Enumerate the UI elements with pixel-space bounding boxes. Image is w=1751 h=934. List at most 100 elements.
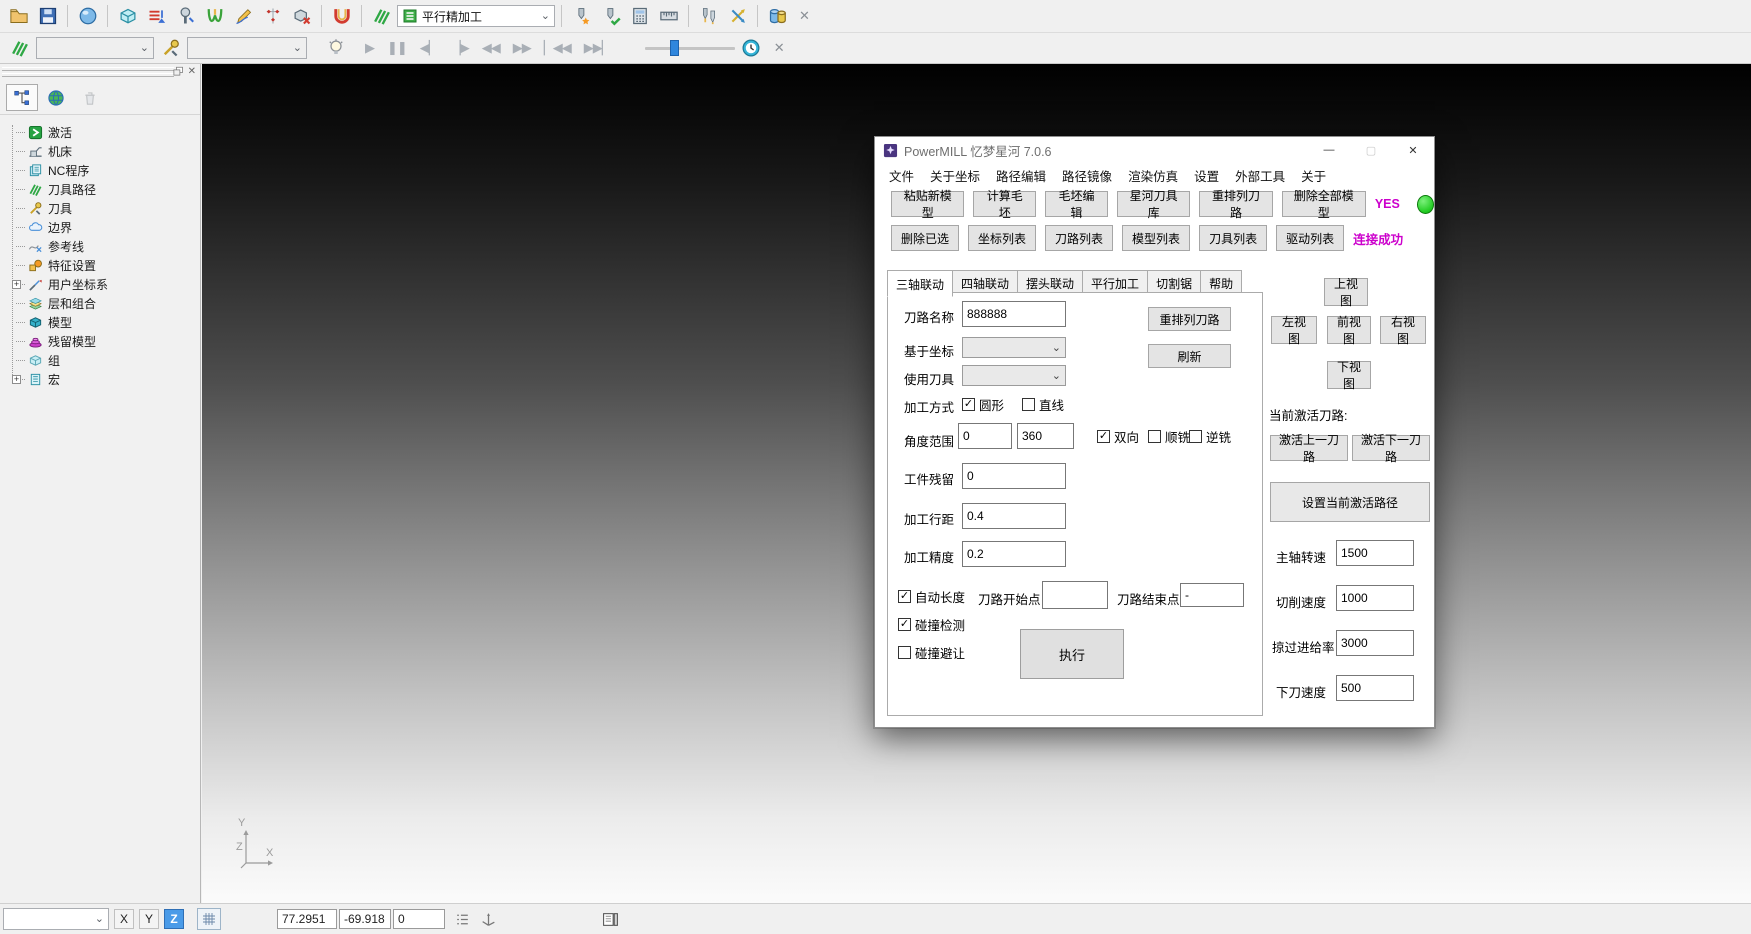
tree-item-patterns[interactable]: 参考线: [4, 237, 200, 256]
maximize-icon[interactable]: ▢: [1350, 137, 1392, 163]
delete-all-models-button[interactable]: 删除全部模型: [1282, 191, 1366, 217]
toolpath-icon[interactable]: [368, 3, 395, 29]
tree-item-machine[interactable]: 机床: [4, 142, 200, 161]
pattern-pencil-icon[interactable]: [230, 3, 257, 29]
delete-selected-button[interactable]: 删除已选: [891, 225, 959, 251]
collision-check-checkbox[interactable]: 碰撞检测: [898, 615, 965, 634]
close-icon[interactable]: ✕: [1392, 137, 1434, 163]
rearrange-toolpaths-button[interactable]: 重排列刀路: [1199, 191, 1272, 217]
view-bottom-button[interactable]: 下视图: [1327, 361, 1371, 389]
axis-x-button[interactable]: X: [114, 909, 134, 929]
float-panel-icon[interactable]: [172, 65, 184, 77]
method-line-checkbox[interactable]: 直线: [1022, 395, 1064, 414]
toolbar-close-icon[interactable]: ✕: [793, 8, 816, 24]
tree-item-nc-programs[interactable]: NC程序: [4, 161, 200, 180]
menu-path-edit[interactable]: 路径编辑: [996, 166, 1046, 185]
bidirectional-checkbox[interactable]: 双向: [1097, 427, 1139, 446]
panel-close-icon[interactable]: ✕: [186, 66, 198, 77]
edit-block-button[interactable]: 毛坯编辑: [1045, 191, 1108, 217]
sim-toolpath-dropdown[interactable]: ⌄: [36, 37, 154, 59]
tree-item-stock-models[interactable]: 残留模型: [4, 332, 200, 351]
auto-length-checkbox[interactable]: 自动长度: [898, 587, 965, 606]
speed-slider[interactable]: [645, 39, 735, 57]
tab-explorer-web[interactable]: [40, 84, 72, 111]
end-point-input[interactable]: [1180, 583, 1244, 607]
plunge-feed-input[interactable]: [1336, 675, 1414, 701]
coord-y-field[interactable]: -69.918: [339, 909, 391, 929]
ruler-icon[interactable]: [655, 3, 682, 29]
tolerance-input[interactable]: [962, 541, 1066, 567]
expand-icon[interactable]: +: [12, 375, 21, 384]
strategy-dropdown[interactable]: 平行精加工 ⌄: [397, 5, 555, 27]
shaded-view-icon[interactable]: [74, 3, 101, 29]
sim-tool-dropdown[interactable]: ⌄: [187, 37, 307, 59]
checkbox-icon[interactable]: [1097, 430, 1110, 443]
view-front-button[interactable]: 前视图: [1327, 316, 1371, 344]
collision-avoid-checkbox[interactable]: 碰撞避让: [898, 643, 965, 662]
menu-file[interactable]: 文件: [889, 166, 914, 185]
coord-x-field[interactable]: 77.2951: [277, 909, 337, 929]
angle-to-input[interactable]: [1017, 423, 1074, 449]
paste-new-model-button[interactable]: 粘贴新模型: [891, 191, 964, 217]
save-icon[interactable]: [34, 3, 61, 29]
rewind-icon[interactable]: ◀◀: [477, 40, 505, 56]
collision-check-icon[interactable]: [328, 3, 355, 29]
dialog-titlebar[interactable]: PowerMILL 忆梦星河 7.0.6 — ▢ ✕: [875, 137, 1434, 163]
tree-item-tools[interactable]: 刀具: [4, 199, 200, 218]
tool-pair-icon[interactable]: [695, 3, 722, 29]
method-circle-checkbox[interactable]: 圆形: [962, 395, 1004, 414]
to-start-icon[interactable]: ▏◀◀: [539, 40, 576, 56]
calc-block-button[interactable]: 计算毛坯: [973, 191, 1036, 217]
tree-item-workplanes[interactable]: +用户坐标系: [4, 275, 200, 294]
expand-icon[interactable]: +: [12, 280, 21, 289]
start-point-input[interactable]: [1042, 581, 1108, 609]
climb-mill-checkbox[interactable]: 顺铣: [1148, 427, 1190, 446]
tree-item-levels-sets[interactable]: 层和组合: [4, 294, 200, 313]
step-back-icon[interactable]: ◀▏: [415, 40, 443, 56]
coord-z-field[interactable]: 0: [393, 909, 445, 929]
menu-external-tools[interactable]: 外部工具: [1235, 166, 1285, 185]
stock-allowance-input[interactable]: [962, 463, 1066, 489]
step-forward-icon[interactable]: ▕▶: [446, 40, 474, 56]
checkbox-icon[interactable]: [1022, 398, 1035, 411]
view-right-button[interactable]: 右视图: [1380, 316, 1426, 344]
checkbox-icon[interactable]: [898, 590, 911, 603]
tool-holder-icon[interactable]: [172, 3, 199, 29]
axis-y-button[interactable]: Y: [139, 909, 159, 929]
view-left-button[interactable]: 左视图: [1271, 316, 1317, 344]
use-tool-dropdown[interactable]: ⌄: [962, 365, 1066, 386]
skim-feed-input[interactable]: [1336, 630, 1414, 656]
tool-star-icon[interactable]: [568, 3, 595, 29]
play-icon[interactable]: ▶: [360, 40, 379, 56]
conventional-mill-checkbox[interactable]: 逆铣: [1189, 427, 1231, 446]
tree-item-groups[interactable]: 组: [4, 351, 200, 370]
sim-toolbar-close-icon[interactable]: ✕: [768, 40, 791, 56]
stepover-input[interactable]: [962, 503, 1066, 529]
open-icon[interactable]: [5, 3, 32, 29]
model-list-button[interactable]: 模型列表: [1122, 225, 1190, 251]
tab-explorer-tree[interactable]: [6, 84, 38, 111]
tab-explorer-trash[interactable]: [74, 84, 106, 111]
tree-item-feature-sets[interactable]: 特征设置: [4, 256, 200, 275]
tool-verify-icon[interactable]: [597, 3, 624, 29]
tree-item-models[interactable]: 模型: [4, 313, 200, 332]
toolpath-name-input[interactable]: [962, 301, 1066, 327]
coord-axes-icon[interactable]: [480, 911, 497, 928]
delete-model-icon[interactable]: [288, 3, 315, 29]
tree-item-boundaries[interactable]: 边界: [4, 218, 200, 237]
toolpath-sim-icon[interactable]: [6, 35, 33, 61]
clock-icon[interactable]: [738, 35, 765, 61]
activate-prev-toolpath-button[interactable]: 激活上一刀路: [1270, 435, 1348, 461]
set-active-path-button[interactable]: 设置当前激活路径: [1270, 482, 1430, 522]
light-icon[interactable]: [322, 35, 349, 61]
tree-item-toolpaths[interactable]: 刀具路径: [4, 180, 200, 199]
grid-toggle-button[interactable]: [197, 908, 221, 930]
menu-path-mirror[interactable]: 路径镜像: [1062, 166, 1112, 185]
panel-dock-header[interactable]: ✕: [0, 64, 200, 81]
checkbox-icon[interactable]: [1189, 430, 1202, 443]
pause-icon[interactable]: ❚❚: [382, 40, 412, 56]
slider-handle[interactable]: [670, 40, 679, 56]
points-icon[interactable]: [259, 3, 286, 29]
status-dropdown[interactable]: ⌄: [3, 908, 109, 930]
coord-list-button[interactable]: 坐标列表: [968, 225, 1036, 251]
